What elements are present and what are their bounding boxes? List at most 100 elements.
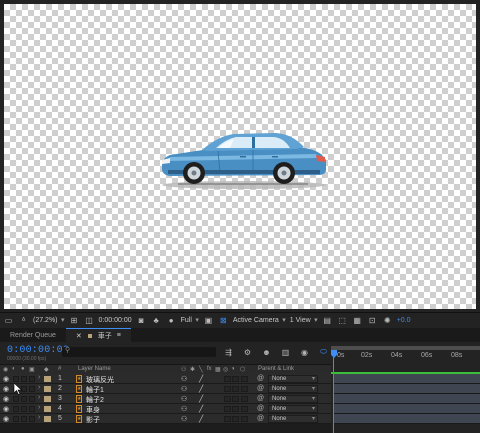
3d-layer-toggle[interactable] [241, 386, 248, 392]
parent-dropdown[interactable]: None [268, 385, 318, 393]
audio-toggle[interactable] [13, 396, 19, 402]
view-layout-dropdown[interactable]: 1 View [290, 316, 318, 324]
playhead-line[interactable] [333, 354, 334, 433]
3d-layer-toggle[interactable] [241, 376, 248, 382]
motion-blur-toggle[interactable] [224, 376, 231, 382]
mask-visibility-icon[interactable]: ◫ [84, 316, 95, 326]
preview-icon[interactable]: ▭ [3, 316, 14, 326]
quality-switch-icon[interactable]: ╱ [199, 415, 203, 423]
motion-blur-toggle[interactable] [224, 396, 231, 402]
3d-layer-toggle[interactable] [241, 416, 248, 422]
chevron-right-icon[interactable]: › [38, 394, 40, 401]
pick-whip-icon[interactable]: @ [257, 405, 264, 412]
work-area-bar[interactable] [331, 346, 480, 350]
motion-blur-icon[interactable]: ◉ [298, 346, 311, 358]
layer-duration-bar[interactable] [334, 394, 480, 404]
column-layer-name[interactable]: Layer Name [78, 366, 111, 372]
resolution-dropdown[interactable]: Full [181, 316, 200, 324]
region-of-interest-icon[interactable]: ▣ [203, 316, 214, 326]
time-ruler[interactable]: 0s 02s 04s 06s 08s [331, 346, 480, 364]
layer-row[interactable]: ◉ › 1 ★ 玻璃反光 ⚇ ╱ @ None [0, 374, 331, 384]
shy-switch-icon[interactable]: ⚇ [181, 415, 187, 423]
close-icon[interactable]: ✕ [76, 332, 82, 340]
eye-icon[interactable]: ◉ [3, 405, 9, 413]
layer-label-color[interactable] [44, 406, 51, 412]
lock-toggle[interactable] [29, 396, 35, 402]
shy-switch-icon[interactable]: ⚇ [181, 405, 187, 413]
tab-composition[interactable]: ✕ 車子 ≡ [65, 328, 131, 342]
snapshot-icon[interactable]: ◙ [136, 316, 147, 326]
adjustment-toggle[interactable] [232, 376, 239, 382]
eye-icon[interactable]: ◉ [3, 375, 9, 383]
adjustment-toggle[interactable] [232, 396, 239, 402]
layer-label-color[interactable] [44, 386, 51, 392]
shy-switch-icon[interactable]: ⚇ [181, 375, 187, 383]
pick-whip-icon[interactable]: @ [257, 395, 264, 402]
parent-dropdown[interactable]: None [268, 405, 318, 413]
timeline-current-time[interactable]: 0:00:00:00 [7, 345, 69, 356]
layer-search-input[interactable]: ⚲ [62, 347, 216, 357]
motion-blur-toggle[interactable] [224, 386, 231, 392]
flowchart-icon[interactable]: ⊡ [367, 316, 378, 326]
current-time-display[interactable]: 0:00:00:00 [99, 317, 132, 324]
timeline-toggle-icon[interactable]: ▦ [352, 316, 363, 326]
reset-exposure-icon[interactable]: ✺ [382, 316, 393, 326]
lock-toggle[interactable] [29, 386, 35, 392]
solo-toggle[interactable] [21, 396, 27, 402]
layer-duration-bar[interactable] [334, 414, 480, 424]
audio-toggle[interactable] [13, 406, 19, 412]
lock-toggle[interactable] [29, 376, 35, 382]
panel-menu-icon[interactable]: ≡ [117, 332, 121, 339]
eye-icon[interactable]: ◉ [3, 385, 9, 393]
transparency-grid-icon[interactable]: ⊠ [218, 316, 229, 326]
adjustment-toggle[interactable] [232, 416, 239, 422]
chevron-right-icon[interactable]: › [38, 414, 40, 421]
show-channel-icon[interactable]: ♣ [151, 316, 162, 326]
zoom-dropdown[interactable]: (27.2%) [33, 316, 65, 324]
quality-switch-icon[interactable]: ╱ [199, 405, 203, 413]
layer-duration-bar[interactable] [334, 384, 480, 394]
graph-editor-icon[interactable]: ⬭ [317, 346, 330, 358]
solo-toggle[interactable] [21, 416, 27, 422]
exposure-value[interactable]: +0.0 [397, 317, 411, 324]
transparency-grid-canvas[interactable] [4, 4, 476, 309]
adjustment-toggle[interactable] [232, 406, 239, 412]
layer-duration-bar[interactable] [334, 404, 480, 414]
chevron-right-icon[interactable]: › [38, 384, 40, 391]
shy-switch-icon[interactable]: ⚇ [181, 385, 187, 393]
quality-switch-icon[interactable]: ╱ [199, 375, 203, 383]
shy-layers-icon[interactable]: ☻ [260, 346, 273, 358]
adjustment-toggle[interactable] [232, 386, 239, 392]
eye-icon[interactable]: ◉ [3, 415, 9, 423]
layer-label-color[interactable] [44, 396, 51, 402]
tab-render-queue[interactable]: Render Queue [0, 328, 66, 342]
frame-blending-icon[interactable]: ▥ [279, 346, 292, 358]
pick-whip-icon[interactable]: @ [257, 385, 264, 392]
pick-whip-icon[interactable]: @ [257, 415, 264, 422]
layer-name[interactable]: 影子 [86, 415, 100, 425]
motion-blur-toggle[interactable] [224, 406, 231, 412]
pick-whip-icon[interactable]: @ [257, 375, 264, 382]
3d-layer-toggle[interactable] [241, 406, 248, 412]
layer-row[interactable]: ◉ › 2 ★ 輪子1 ⚇ ╱ @ None [0, 384, 331, 394]
draft-3d-icon[interactable]: ⚙ [241, 346, 254, 358]
quality-switch-icon[interactable]: ╱ [199, 395, 203, 403]
chevron-right-icon[interactable]: › [38, 404, 40, 411]
toggle-pixel-icon[interactable]: ▤ [322, 316, 333, 326]
3d-layer-toggle[interactable] [241, 396, 248, 402]
view-options-icon[interactable]: ᐞ [18, 316, 29, 326]
layer-row[interactable]: ◉ › 5 ★ 影子 ⚇ ╱ @ None [0, 414, 331, 424]
layer-label-color[interactable] [44, 376, 51, 382]
layer-row[interactable]: ◉ › 4 ★ 車身 ⚇ ╱ @ None [0, 404, 331, 414]
motion-blur-toggle[interactable] [224, 416, 231, 422]
parent-dropdown[interactable]: None [268, 375, 318, 383]
parent-dropdown[interactable]: None [268, 415, 318, 423]
lock-toggle[interactable] [29, 406, 35, 412]
audio-toggle[interactable] [13, 376, 19, 382]
solo-toggle[interactable] [21, 376, 27, 382]
solo-toggle[interactable] [21, 406, 27, 412]
fast-preview-icon[interactable]: ⬚ [337, 316, 348, 326]
composition-mini-flowchart-icon[interactable]: ⇶ [222, 346, 235, 358]
color-channel-icon[interactable]: ● [166, 316, 177, 326]
chevron-right-icon[interactable]: › [38, 374, 40, 381]
